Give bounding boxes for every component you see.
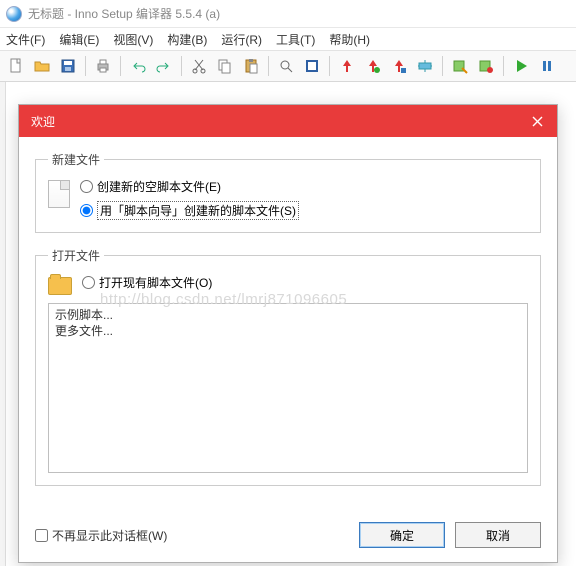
folder-icon: [48, 277, 72, 295]
undo-button[interactable]: [126, 54, 150, 78]
replace-button[interactable]: [300, 54, 324, 78]
run-compile-button[interactable]: [387, 54, 411, 78]
radio-open-label: 打开现有脚本文件(O): [99, 274, 212, 291]
save-button[interactable]: [56, 54, 80, 78]
radio-script-wizard[interactable]: 用「脚本向导」创建新的脚本文件(S): [80, 201, 299, 220]
dont-show-input[interactable]: [35, 529, 48, 542]
menu-view[interactable]: 视图(V): [113, 31, 153, 48]
dont-show-checkbox[interactable]: 不再显示此对话框(W): [35, 527, 167, 544]
radio-open-existing[interactable]: 打开现有脚本文件(O): [82, 274, 212, 291]
window-titlebar: 无标题 - Inno Setup 编译器 5.5.4 (a): [0, 0, 576, 28]
dont-show-label: 不再显示此对话框(W): [52, 527, 167, 544]
separator: [85, 56, 86, 76]
radio-open-input[interactable]: [82, 276, 95, 289]
file-icon: [48, 180, 70, 208]
cut-button[interactable]: [187, 54, 211, 78]
paste-button[interactable]: [239, 54, 263, 78]
new-file-legend: 新建文件: [48, 151, 104, 168]
menu-file[interactable]: 文件(F): [6, 31, 45, 48]
menubar: 文件(F) 编辑(E) 视图(V) 构建(B) 运行(R) 工具(T) 帮助(H…: [0, 28, 576, 50]
menu-build[interactable]: 构建(B): [167, 31, 207, 48]
compile-button[interactable]: [335, 54, 359, 78]
menu-edit[interactable]: 编辑(E): [59, 31, 99, 48]
redo-button[interactable]: [152, 54, 176, 78]
editor-gutter: [0, 82, 6, 566]
dialog-title: 欢迎: [31, 113, 55, 130]
new-file-button[interactable]: [4, 54, 28, 78]
radio-wizard-input[interactable]: [80, 204, 93, 217]
pause-button[interactable]: [535, 54, 559, 78]
ok-label: 确定: [390, 527, 414, 544]
separator: [268, 56, 269, 76]
new-file-group: 新建文件 创建新的空脚本文件(E) 用「脚本向导」创建新的脚本文件(S): [35, 151, 541, 233]
app-icon: [6, 6, 22, 22]
open-file-legend: 打开文件: [48, 247, 104, 264]
separator: [503, 56, 504, 76]
run-button[interactable]: [509, 54, 533, 78]
dialog-close-button[interactable]: [517, 105, 557, 137]
options2-button[interactable]: [474, 54, 498, 78]
menu-run[interactable]: 运行(R): [221, 31, 262, 48]
stop-compile-button[interactable]: [361, 54, 385, 78]
cancel-label: 取消: [486, 527, 510, 544]
radio-empty-label: 创建新的空脚本文件(E): [97, 178, 221, 195]
open-file-group: 打开文件 打开现有脚本文件(O) 示例脚本... 更多文件...: [35, 247, 541, 486]
toolbar: [0, 50, 576, 82]
recent-files-listbox[interactable]: 示例脚本... 更多文件...: [48, 303, 528, 473]
ok-button[interactable]: 确定: [359, 522, 445, 548]
radio-empty-input[interactable]: [80, 180, 93, 193]
dialog-titlebar: 欢迎: [19, 105, 557, 137]
separator: [120, 56, 121, 76]
options1-button[interactable]: [448, 54, 472, 78]
dialog-footer: 不再显示此对话框(W) 确定 取消: [19, 512, 557, 562]
open-file-button[interactable]: [30, 54, 54, 78]
radio-empty-script[interactable]: 创建新的空脚本文件(E): [80, 178, 299, 195]
menu-help[interactable]: 帮助(H): [329, 31, 370, 48]
print-button[interactable]: [91, 54, 115, 78]
separator: [329, 56, 330, 76]
welcome-dialog: 欢迎 新建文件 创建新的空脚本文件(E) 用「脚本向导」创建新的脚本文件(S): [18, 104, 558, 563]
target-button[interactable]: [413, 54, 437, 78]
cancel-button[interactable]: 取消: [455, 522, 541, 548]
separator: [442, 56, 443, 76]
radio-wizard-label: 用「脚本向导」创建新的脚本文件(S): [97, 201, 299, 220]
find-button[interactable]: [274, 54, 298, 78]
separator: [181, 56, 182, 76]
window-title: 无标题 - Inno Setup 编译器 5.5.4 (a): [28, 5, 220, 22]
menu-tools[interactable]: 工具(T): [276, 31, 315, 48]
copy-button[interactable]: [213, 54, 237, 78]
